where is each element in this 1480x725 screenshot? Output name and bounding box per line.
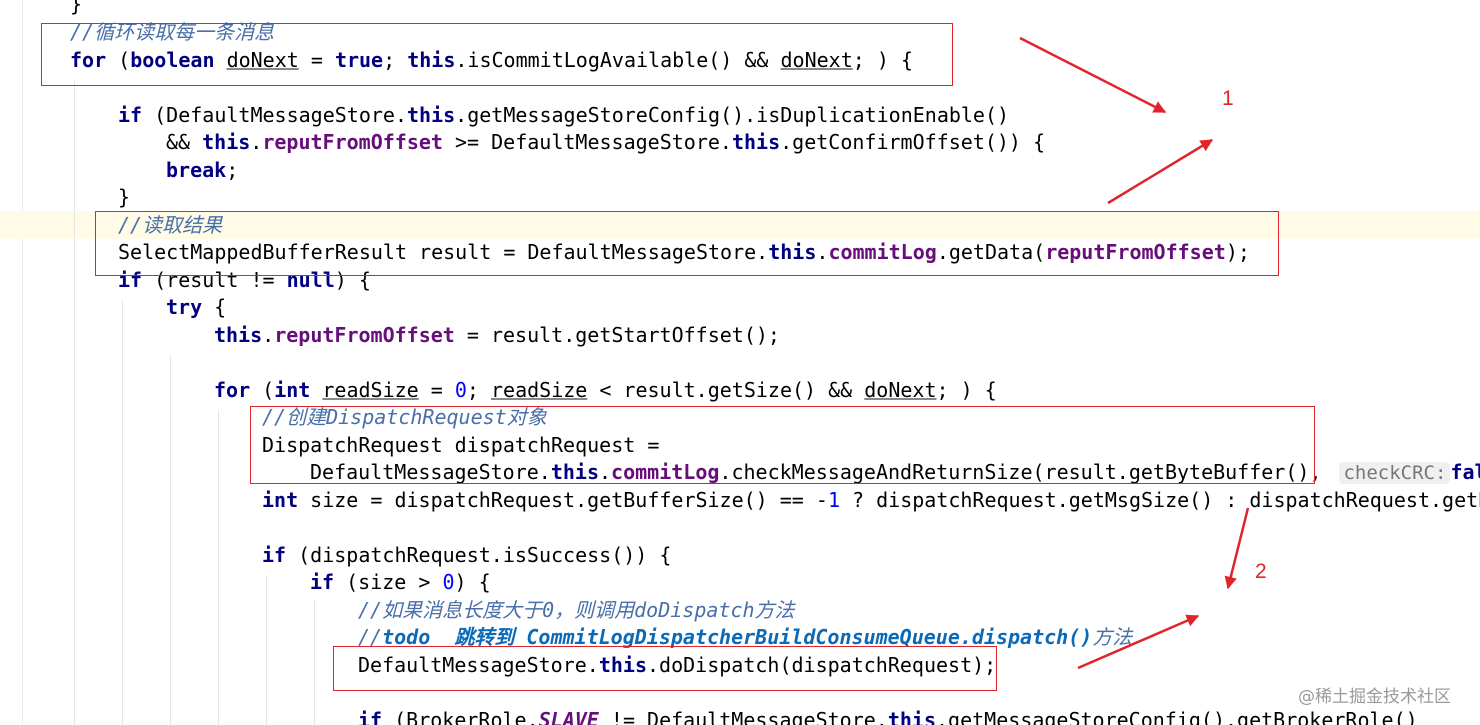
arrow-2a	[1224, 507, 1250, 590]
annotation-label-2: 2	[1255, 560, 1267, 583]
arrow-1b	[1107, 138, 1214, 205]
annotation-label-1: 1	[1222, 87, 1234, 110]
annotation-arrows	[1019, 36, 1250, 670]
watermark: @稀土掘金技术社区	[1298, 687, 1451, 707]
arrow-2b	[1077, 614, 1200, 670]
arrow-1a	[1019, 36, 1167, 114]
code-editor[interactable]: } //循环读取每一条消息 for (boolean doNext = true…	[0, 0, 1480, 725]
